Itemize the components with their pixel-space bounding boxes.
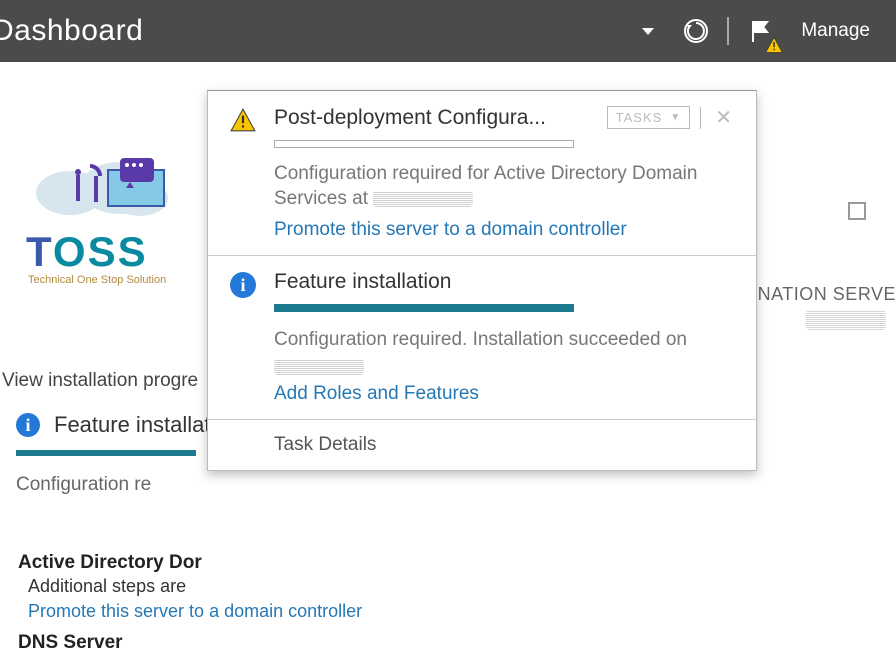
redacted-text <box>274 359 364 375</box>
divider <box>700 107 701 129</box>
notification-desc-text: Configuration required. Installation suc… <box>274 329 687 350</box>
chevron-down-icon: ▼ <box>670 112 681 123</box>
ad-ds-title: Active Directory Dor <box>18 552 878 574</box>
warning-icon <box>230 107 256 133</box>
ad-ds-desc: Additional steps are <box>18 576 878 597</box>
dashboard-content: TOSS Technical One Stop Solution View in… <box>0 62 896 82</box>
notification-description: Configuration required. Installation suc… <box>274 328 736 375</box>
topbar-actions: Manage <box>631 14 880 48</box>
info-icon: i <box>230 272 256 298</box>
promote-server-link[interactable]: Promote this server to a domain controll… <box>274 219 736 241</box>
redacted-text <box>373 191 473 207</box>
destination-server-label: TINATION SERVE <box>741 284 896 305</box>
logo-text: OSS <box>53 228 148 275</box>
notification-title: Post-deployment Configura... <box>274 106 597 130</box>
progress-bar <box>16 450 196 456</box>
close-icon[interactable]: ✕ <box>711 105 736 130</box>
notification-feature-install: i Feature installation Configuration req… <box>208 255 756 419</box>
logo-subtitle: Technical One Stop Solution <box>28 274 166 286</box>
dns-server-title: DNS Server <box>18 632 878 654</box>
notification-title: Feature installation <box>274 270 736 294</box>
info-icon: i <box>16 413 40 437</box>
notification-desc-text: Configuration required for Active Direct… <box>274 163 697 209</box>
notification-description: Configuration required for Active Direct… <box>274 162 736 211</box>
dropdown-caret[interactable] <box>631 14 665 48</box>
manage-menu[interactable]: Manage <box>791 16 880 46</box>
refresh-icon[interactable] <box>679 14 713 48</box>
checkbox[interactable] <box>848 202 866 220</box>
redacted-text <box>806 310 886 330</box>
separator <box>727 17 729 45</box>
feature-install-title: Feature installati <box>54 412 215 438</box>
promote-link[interactable]: Promote this server to a domain controll… <box>18 601 878 622</box>
logo-watermark: TOSS Technical One Stop Solution <box>20 142 210 332</box>
tasks-button-label: TASKS <box>616 110 663 125</box>
warning-badge-icon <box>765 36 783 54</box>
notification-postdeploy: Post-deployment Configura... TASKS ▼ ✕ C… <box>208 91 756 255</box>
task-details-link[interactable]: Task Details <box>208 419 756 470</box>
empty-progress-bar <box>274 140 574 148</box>
results-section: Active Directory Dor Additional steps ar… <box>18 542 878 656</box>
progress-bar <box>274 304 574 312</box>
page-title: Dashboard <box>0 14 143 48</box>
tasks-button[interactable]: TASKS ▼ <box>607 106 691 129</box>
config-required-text: Configuration re <box>2 474 400 496</box>
notifications-popup: Post-deployment Configura... TASKS ▼ ✕ C… <box>207 90 757 471</box>
notifications-flag-icon[interactable] <box>743 14 777 48</box>
top-bar: Dashboard Manage <box>0 0 896 62</box>
add-roles-link[interactable]: Add Roles and Features <box>274 383 736 405</box>
